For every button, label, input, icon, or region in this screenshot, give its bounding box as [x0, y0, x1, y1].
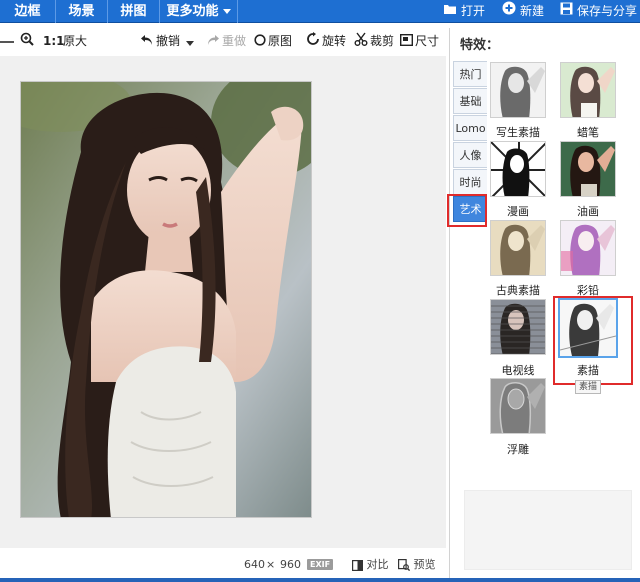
new-button[interactable]: 新建 [502, 0, 544, 23]
plus-circle-icon [502, 0, 516, 23]
category-hot[interactable]: 热门 [453, 61, 487, 87]
bottom-edge-bar [0, 578, 640, 582]
effect-thumb-oil-painting[interactable] [560, 141, 616, 197]
crop-button[interactable]: 裁剪 [354, 28, 394, 54]
chevron-down-icon [222, 9, 231, 14]
resize-icon [399, 29, 414, 55]
category-portrait[interactable]: 人像 [453, 142, 487, 168]
resize-button[interactable]: 尺寸 [399, 28, 440, 55]
resize-label: 尺寸 [415, 34, 440, 48]
effect-label: 油画 [577, 205, 599, 218]
image-height: 960 [280, 558, 301, 571]
crop-label: 裁剪 [370, 34, 395, 48]
open-label: 打开 [461, 4, 486, 18]
redo-label: 重做 [222, 34, 247, 48]
save-share-button[interactable]: 保存与分享 [560, 0, 637, 23]
folder-icon [443, 0, 457, 23]
exif-button[interactable]: EXIF [307, 559, 334, 570]
effect-label: 写生素描 [496, 126, 540, 139]
preview-label: 预览 [413, 558, 436, 571]
save-share-label: 保存与分享 [577, 4, 638, 18]
tab-collage[interactable]: 拼图 [108, 0, 160, 23]
category-fashion[interactable]: 时尚 [453, 169, 487, 195]
undo-button[interactable]: 撤销 [140, 28, 180, 54]
effect-label: 电视线 [501, 364, 535, 377]
effect-thumb-tv-lines[interactable] [490, 299, 546, 355]
zoom-slider-end[interactable] [0, 28, 14, 54]
category-lomo[interactable]: Lomo [453, 115, 487, 141]
undo-label: 撤销 [156, 34, 181, 48]
effect-thumb-color-pencil[interactable] [560, 220, 616, 276]
category-highlight-frame [447, 194, 487, 227]
original-image-label: 原图 [268, 34, 293, 48]
tab-more-features[interactable]: 更多功能 [160, 0, 238, 23]
effect-thumb-comic[interactable] [490, 141, 546, 197]
image-width: 640 [244, 558, 265, 571]
dimension-separator: × [266, 558, 276, 571]
original-size-button[interactable]: 原大 [63, 28, 87, 54]
image-canvas[interactable] [0, 56, 446, 548]
ratio-button[interactable]: 1:1 [43, 28, 65, 54]
compare-button[interactable]: 对比 [352, 557, 389, 573]
panel-title: 特效： [460, 38, 500, 53]
rotate-button[interactable]: 旋转 [306, 28, 346, 54]
effect-tooltip: 素描 [575, 380, 602, 394]
preview-button[interactable]: 预览 [398, 557, 436, 573]
original-image-button[interactable]: 原图 [254, 28, 292, 54]
save-icon [560, 0, 573, 23]
zoom-in-button[interactable] [20, 28, 36, 54]
slider-track-icon [0, 40, 14, 43]
effect-label: 浮雕 [507, 443, 529, 456]
effect-label: 古典素描 [496, 284, 540, 297]
top-menu-bar: 边框 场景 拼图 更多功能 打开 新建 保存与分享 [0, 0, 640, 23]
redo-icon [206, 29, 220, 55]
effect-highlight-frame [553, 296, 633, 385]
effect-thumb-classic-sketch[interactable] [490, 220, 546, 276]
compare-label: 对比 [366, 558, 389, 571]
effect-thumb-crayon[interactable] [560, 62, 616, 118]
compare-icon [352, 559, 364, 571]
zoom-in-icon [20, 29, 34, 55]
tab-border[interactable]: 边框 [0, 0, 56, 23]
effect-label: 蜡笔 [577, 126, 599, 139]
new-label: 新建 [520, 4, 545, 18]
status-bar: 640 × 960 EXIF 对比 预览 [0, 550, 446, 578]
circle-icon [254, 29, 266, 55]
rotate-label: 旋转 [322, 34, 347, 48]
redo-button[interactable]: 重做 [206, 28, 246, 54]
effect-thumb-sketch-life[interactable] [490, 62, 546, 118]
edit-toolbar: 1:1 原大 撤销 重做 原图 旋转 裁剪 尺寸 [0, 28, 446, 54]
open-button[interactable]: 打开 [443, 0, 485, 23]
panel-empty-area [464, 490, 632, 570]
scissors-icon [354, 29, 368, 55]
tab-more-features-label: 更多功能 [166, 4, 219, 19]
category-basic[interactable]: 基础 [453, 88, 487, 114]
tab-scene[interactable]: 场景 [56, 0, 108, 23]
edited-photo [20, 81, 312, 518]
chevron-down-icon [186, 29, 194, 55]
effect-thumb-emboss[interactable] [490, 378, 546, 434]
undo-icon [140, 29, 154, 55]
rotate-icon [306, 29, 320, 55]
effect-label: 漫画 [507, 205, 529, 218]
undo-dropdown[interactable] [186, 28, 196, 54]
preview-icon [398, 559, 411, 572]
